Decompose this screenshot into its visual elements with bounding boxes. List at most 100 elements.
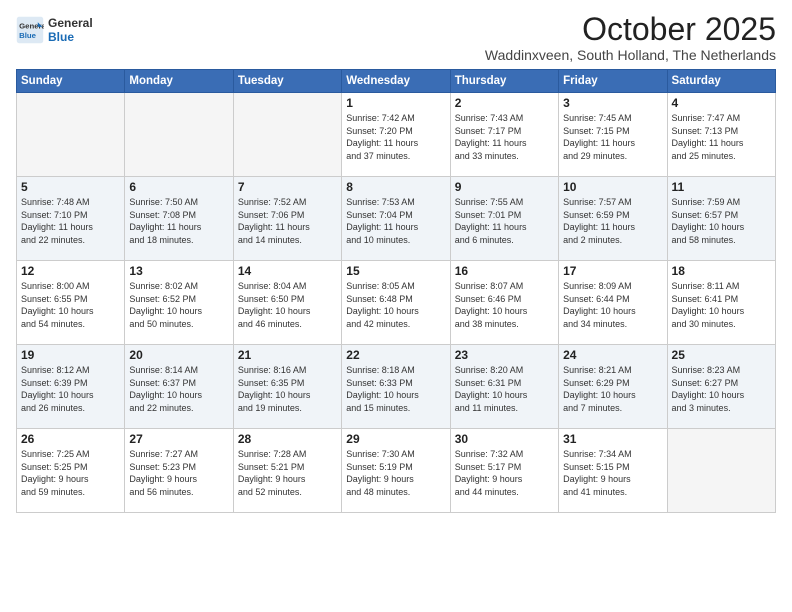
day-number: 29 <box>346 432 445 446</box>
header: General Blue General Blue October 2025 W… <box>16 12 776 63</box>
table-row: 2 Sunrise: 7:43 AMSunset: 7:17 PMDaylight… <box>450 93 558 177</box>
day-number: 4 <box>672 96 771 110</box>
day-number: 2 <box>455 96 554 110</box>
day-info: Sunrise: 7:28 AMSunset: 5:21 PMDaylight:… <box>238 448 337 498</box>
day-info: Sunrise: 8:12 AMSunset: 6:39 PMDaylight:… <box>21 364 120 414</box>
day-number: 19 <box>21 348 120 362</box>
day-number: 25 <box>672 348 771 362</box>
day-number: 26 <box>21 432 120 446</box>
header-wednesday: Wednesday <box>342 70 450 93</box>
calendar-week-row: 1 Sunrise: 7:42 AMSunset: 7:20 PMDaylight… <box>17 93 776 177</box>
day-number: 23 <box>455 348 554 362</box>
table-row: 31 Sunrise: 7:34 AMSunset: 5:15 PMDayligh… <box>559 429 667 513</box>
header-saturday: Saturday <box>667 70 775 93</box>
table-row <box>233 93 341 177</box>
calendar-week-row: 5 Sunrise: 7:48 AMSunset: 7:10 PMDaylight… <box>17 177 776 261</box>
day-info: Sunrise: 8:18 AMSunset: 6:33 PMDaylight:… <box>346 364 445 414</box>
title-block: October 2025 Waddinxveen, South Holland,… <box>485 12 776 63</box>
day-info: Sunrise: 7:34 AMSunset: 5:15 PMDaylight:… <box>563 448 662 498</box>
table-row: 22 Sunrise: 8:18 AMSunset: 6:33 PMDayligh… <box>342 345 450 429</box>
table-row: 20 Sunrise: 8:14 AMSunset: 6:37 PMDayligh… <box>125 345 233 429</box>
day-number: 1 <box>346 96 445 110</box>
header-tuesday: Tuesday <box>233 70 341 93</box>
day-info: Sunrise: 7:42 AMSunset: 7:20 PMDaylight:… <box>346 112 445 162</box>
table-row: 10 Sunrise: 7:57 AMSunset: 6:59 PMDayligh… <box>559 177 667 261</box>
logo: General Blue General Blue <box>16 16 93 44</box>
day-number: 10 <box>563 180 662 194</box>
table-row: 1 Sunrise: 7:42 AMSunset: 7:20 PMDaylight… <box>342 93 450 177</box>
day-info: Sunrise: 7:57 AMSunset: 6:59 PMDaylight:… <box>563 196 662 246</box>
table-row: 12Sunrise: 8:00 AMSunset: 6:55 PMDayligh… <box>17 261 125 345</box>
calendar-table: Sunday Monday Tuesday Wednesday Thursday… <box>16 69 776 513</box>
day-info: Sunrise: 7:45 AMSunset: 7:15 PMDaylight:… <box>563 112 662 162</box>
day-number: 22 <box>346 348 445 362</box>
table-row: 14Sunrise: 8:04 AMSunset: 6:50 PMDayligh… <box>233 261 341 345</box>
header-thursday: Thursday <box>450 70 558 93</box>
day-number: 31 <box>563 432 662 446</box>
table-row: 30 Sunrise: 7:32 AMSunset: 5:17 PMDayligh… <box>450 429 558 513</box>
day-info: Sunrise: 7:55 AMSunset: 7:01 PMDaylight:… <box>455 196 554 246</box>
day-number: 30 <box>455 432 554 446</box>
table-row: 4 Sunrise: 7:47 AMSunset: 7:13 PMDaylight… <box>667 93 775 177</box>
table-row: 18 Sunrise: 8:11 AMSunset: 6:41 PMDayligh… <box>667 261 775 345</box>
table-row <box>667 429 775 513</box>
day-number: 18 <box>672 264 771 278</box>
day-number: 21 <box>238 348 337 362</box>
day-number: 8 <box>346 180 445 194</box>
day-number: 3 <box>563 96 662 110</box>
day-number: 24 <box>563 348 662 362</box>
day-info: Sunrise: 7:47 AMSunset: 7:13 PMDaylight:… <box>672 112 771 162</box>
day-number: 27 <box>129 432 228 446</box>
table-row: 19 Sunrise: 8:12 AMSunset: 6:39 PMDayligh… <box>17 345 125 429</box>
day-number: 6 <box>129 180 228 194</box>
calendar-week-row: 12Sunrise: 8:00 AMSunset: 6:55 PMDayligh… <box>17 261 776 345</box>
day-info: Sunrise: 7:30 AMSunset: 5:19 PMDaylight:… <box>346 448 445 498</box>
table-row: 17Sunrise: 8:09 AMSunset: 6:44 PMDayligh… <box>559 261 667 345</box>
table-row: 29 Sunrise: 7:30 AMSunset: 5:19 PMDayligh… <box>342 429 450 513</box>
calendar-week-row: 26Sunrise: 7:25 AMSunset: 5:25 PMDayligh… <box>17 429 776 513</box>
table-row <box>17 93 125 177</box>
day-number: 7 <box>238 180 337 194</box>
location: Waddinxveen, South Holland, The Netherla… <box>485 47 776 63</box>
table-row: 9 Sunrise: 7:55 AMSunset: 7:01 PMDaylight… <box>450 177 558 261</box>
day-info: Sunrise: 7:59 AMSunset: 6:57 PMDaylight:… <box>672 196 771 246</box>
header-sunday: Sunday <box>17 70 125 93</box>
day-number: 11 <box>672 180 771 194</box>
day-number: 14 <box>238 264 337 278</box>
table-row: 26Sunrise: 7:25 AMSunset: 5:25 PMDayligh… <box>17 429 125 513</box>
calendar-week-row: 19 Sunrise: 8:12 AMSunset: 6:39 PMDayligh… <box>17 345 776 429</box>
table-row: 21Sunrise: 8:16 AMSunset: 6:35 PMDayligh… <box>233 345 341 429</box>
table-row: 15Sunrise: 8:05 AMSunset: 6:48 PMDayligh… <box>342 261 450 345</box>
weekday-header-row: Sunday Monday Tuesday Wednesday Thursday… <box>17 70 776 93</box>
header-monday: Monday <box>125 70 233 93</box>
day-info: Sunrise: 8:14 AMSunset: 6:37 PMDaylight:… <box>129 364 228 414</box>
day-info: Sunrise: 7:52 AMSunset: 7:06 PMDaylight:… <box>238 196 337 246</box>
day-info: Sunrise: 7:43 AMSunset: 7:17 PMDaylight:… <box>455 112 554 162</box>
day-number: 20 <box>129 348 228 362</box>
table-row: 5 Sunrise: 7:48 AMSunset: 7:10 PMDaylight… <box>17 177 125 261</box>
calendar-page: General Blue General Blue October 2025 W… <box>0 0 792 612</box>
day-number: 13 <box>129 264 228 278</box>
table-row: 28Sunrise: 7:28 AMSunset: 5:21 PMDayligh… <box>233 429 341 513</box>
table-row: 8Sunrise: 7:53 AMSunset: 7:04 PMDaylight… <box>342 177 450 261</box>
day-number: 15 <box>346 264 445 278</box>
day-info: Sunrise: 7:50 AMSunset: 7:08 PMDaylight:… <box>129 196 228 246</box>
day-info: Sunrise: 8:07 AMSunset: 6:46 PMDaylight:… <box>455 280 554 330</box>
day-info: Sunrise: 8:11 AMSunset: 6:41 PMDaylight:… <box>672 280 771 330</box>
table-row: 11 Sunrise: 7:59 AMSunset: 6:57 PMDayligh… <box>667 177 775 261</box>
day-info: Sunrise: 8:21 AMSunset: 6:29 PMDaylight:… <box>563 364 662 414</box>
table-row: 13Sunrise: 8:02 AMSunset: 6:52 PMDayligh… <box>125 261 233 345</box>
day-info: Sunrise: 7:27 AMSunset: 5:23 PMDaylight:… <box>129 448 228 498</box>
day-number: 9 <box>455 180 554 194</box>
day-info: Sunrise: 7:32 AMSunset: 5:17 PMDaylight:… <box>455 448 554 498</box>
table-row: 24 Sunrise: 8:21 AMSunset: 6:29 PMDayligh… <box>559 345 667 429</box>
table-row: 23Sunrise: 8:20 AMSunset: 6:31 PMDayligh… <box>450 345 558 429</box>
svg-text:Blue: Blue <box>19 31 37 40</box>
header-friday: Friday <box>559 70 667 93</box>
day-info: Sunrise: 8:23 AMSunset: 6:27 PMDaylight:… <box>672 364 771 414</box>
day-info: Sunrise: 7:48 AMSunset: 7:10 PMDaylight:… <box>21 196 120 246</box>
day-number: 5 <box>21 180 120 194</box>
table-row: 6 Sunrise: 7:50 AMSunset: 7:08 PMDaylight… <box>125 177 233 261</box>
table-row: 3 Sunrise: 7:45 AMSunset: 7:15 PMDaylight… <box>559 93 667 177</box>
logo-blue-text: Blue <box>48 30 93 44</box>
